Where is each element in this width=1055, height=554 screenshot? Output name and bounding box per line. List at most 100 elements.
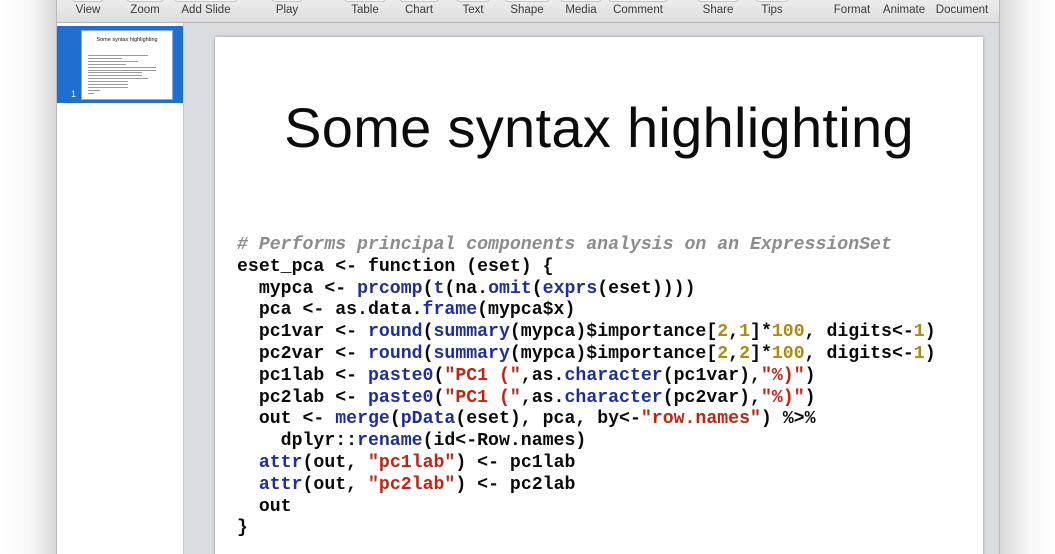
code-line: pc2lab <- paste0("PC1 (",as.character(pc… bbox=[237, 388, 936, 410]
code-line: pca <- as.data.frame(mypca$x) bbox=[237, 300, 936, 322]
slide-navigator: 1 Some syntax highlighting bbox=[57, 23, 184, 554]
code-token-plain: ) %>% bbox=[760, 409, 816, 430]
chart-icon bbox=[399, 0, 439, 2]
code-token-plain: (eset), pca, by<- bbox=[455, 409, 641, 430]
code-token-str: "%)" bbox=[760, 387, 805, 408]
code-token-str: "pc1lab" bbox=[368, 452, 456, 473]
share-button[interactable]: Share bbox=[694, 0, 742, 22]
add-slide-button[interactable]: Add Slide bbox=[171, 0, 241, 22]
code-token-fn: attr bbox=[258, 474, 303, 495]
code-block[interactable]: # Performs principal components analysis… bbox=[237, 235, 936, 540]
tips-button[interactable]: Tips bbox=[752, 0, 792, 22]
code-token-fn: rename bbox=[357, 431, 423, 452]
toolbar: View Zoom Add Slide Play Table Chart Text Shape… bbox=[57, 0, 999, 23]
tips-label: Tips bbox=[761, 4, 783, 16]
code-token-plain: ) <- pc1lab bbox=[455, 452, 576, 473]
code-token-plain: ) bbox=[924, 322, 936, 343]
code-token-plain: ( bbox=[422, 322, 434, 343]
code-token-str: "pc2lab" bbox=[368, 474, 456, 495]
desktop-background-left bbox=[0, 0, 56, 554]
document-label: Document bbox=[935, 4, 989, 16]
code-token-fn: paste0 bbox=[367, 365, 434, 386]
code-token-plain: ) bbox=[804, 365, 816, 386]
media-button[interactable]: Media bbox=[557, 0, 605, 22]
code-line: mypca <- prcomp(t(na.omit(exprs(eset)))) bbox=[237, 279, 936, 301]
code-token-plain: , bbox=[728, 322, 740, 343]
code-token-plain: ) bbox=[924, 343, 936, 364]
add-slide-label: Add Slide bbox=[181, 4, 231, 16]
code-token-plain: ) bbox=[804, 387, 816, 408]
play-button[interactable]: Play bbox=[268, 0, 306, 22]
code-token-plain: (mypca)$importance[ bbox=[509, 343, 718, 364]
table-label: Table bbox=[351, 4, 379, 16]
code-token-plain: } bbox=[237, 518, 248, 539]
media-label: Media bbox=[565, 4, 597, 16]
code-token-plain: (id<-Row.names) bbox=[422, 431, 587, 452]
code-token-str: "PC1 (" bbox=[444, 387, 521, 408]
document-button[interactable]: Document bbox=[925, 0, 999, 22]
media-icon bbox=[560, 0, 602, 2]
code-token-plain: ) <- pc2lab bbox=[455, 474, 576, 495]
code-token-plain: , digits<- bbox=[804, 322, 914, 343]
slide-thumbnail[interactable]: Some syntax highlighting bbox=[81, 30, 173, 100]
add-slide-icon bbox=[174, 0, 238, 2]
text-button[interactable]: Text bbox=[453, 0, 493, 22]
code-token-plain: ,as. bbox=[520, 387, 565, 408]
code-token-str: "%)" bbox=[760, 365, 805, 386]
code-token-num: 1 bbox=[913, 322, 925, 343]
format-label: Format bbox=[833, 4, 871, 16]
thumbnail-title: Some syntax highlighting bbox=[96, 37, 158, 43]
code-token-fn: summary bbox=[433, 343, 510, 364]
code-line: eset_pca <- function (eset) { bbox=[237, 257, 936, 279]
thumbnail-line bbox=[88, 60, 138, 62]
code-token-plain: ]* bbox=[750, 343, 772, 364]
shape-label: Shape bbox=[510, 4, 544, 16]
code-token-plain: ( bbox=[422, 343, 434, 364]
code-token-plain: pc2lab <- bbox=[237, 387, 368, 408]
table-button[interactable]: Table bbox=[341, 0, 389, 22]
code-token-plain: dplyr:: bbox=[237, 431, 358, 452]
code-line: attr(out, "pc1lab") <- pc1lab bbox=[237, 453, 936, 475]
text-label: Text bbox=[462, 4, 484, 16]
comment-label: Comment bbox=[613, 4, 663, 16]
code-line: dplyr::rename(id<-Row.names) bbox=[237, 431, 936, 453]
slide-thumbnail-row-selected[interactable]: 1 Some syntax highlighting bbox=[57, 26, 183, 103]
thumbnail-line bbox=[88, 57, 122, 59]
code-token-fn: exprs bbox=[542, 278, 598, 299]
format-button[interactable]: Format bbox=[824, 0, 880, 22]
code-line: out bbox=[237, 497, 936, 519]
code-token-str: "PC1 (" bbox=[444, 365, 521, 386]
code-token-fn: summary bbox=[433, 322, 510, 343]
code-line: attr(out, "pc2lab") <- pc2lab bbox=[237, 475, 936, 497]
code-line: pc1lab <- paste0("PC1 (",as.character(pc… bbox=[237, 366, 936, 388]
thumbnail-line bbox=[88, 72, 142, 74]
chart-button[interactable]: Chart bbox=[396, 0, 442, 22]
view-icon bbox=[72, 0, 104, 2]
thumbnail-line bbox=[88, 86, 128, 88]
code-token-fn: omit bbox=[488, 278, 532, 299]
code-token-plain: (out, bbox=[302, 452, 369, 473]
slide-title[interactable]: Some syntax highlighting bbox=[215, 95, 983, 160]
view-button[interactable]: View bbox=[69, 0, 107, 22]
zoom-button[interactable]: Zoom bbox=[123, 0, 167, 22]
code-token-fn: character bbox=[564, 387, 663, 408]
thumbnail-line bbox=[88, 78, 148, 80]
code-token-fn: paste0 bbox=[367, 387, 434, 408]
shape-icon bbox=[504, 0, 550, 2]
code-line: out <- merge(pData(eset), pca, by<-"row.… bbox=[237, 409, 936, 431]
code-token-plain: ( bbox=[422, 278, 434, 299]
table-icon bbox=[344, 0, 386, 2]
comment-button[interactable]: Comment bbox=[605, 0, 671, 22]
code-token-plain: (pc1var), bbox=[662, 365, 761, 386]
code-token-plain: pca <- as.data. bbox=[237, 300, 423, 321]
slide-canvas[interactable]: Some syntax highlighting # Performs prin… bbox=[215, 37, 983, 554]
code-token-plain: out bbox=[237, 496, 292, 517]
comment-icon bbox=[608, 0, 668, 2]
code-token-plain: eset_pca <- function (eset) { bbox=[237, 256, 554, 277]
code-token-fn: merge bbox=[335, 409, 390, 430]
shape-button[interactable]: Shape bbox=[501, 0, 553, 22]
zoom-icon bbox=[126, 0, 164, 2]
code-token-plain: pc1var <- bbox=[237, 322, 368, 343]
desktop-background-right bbox=[1000, 0, 1055, 554]
